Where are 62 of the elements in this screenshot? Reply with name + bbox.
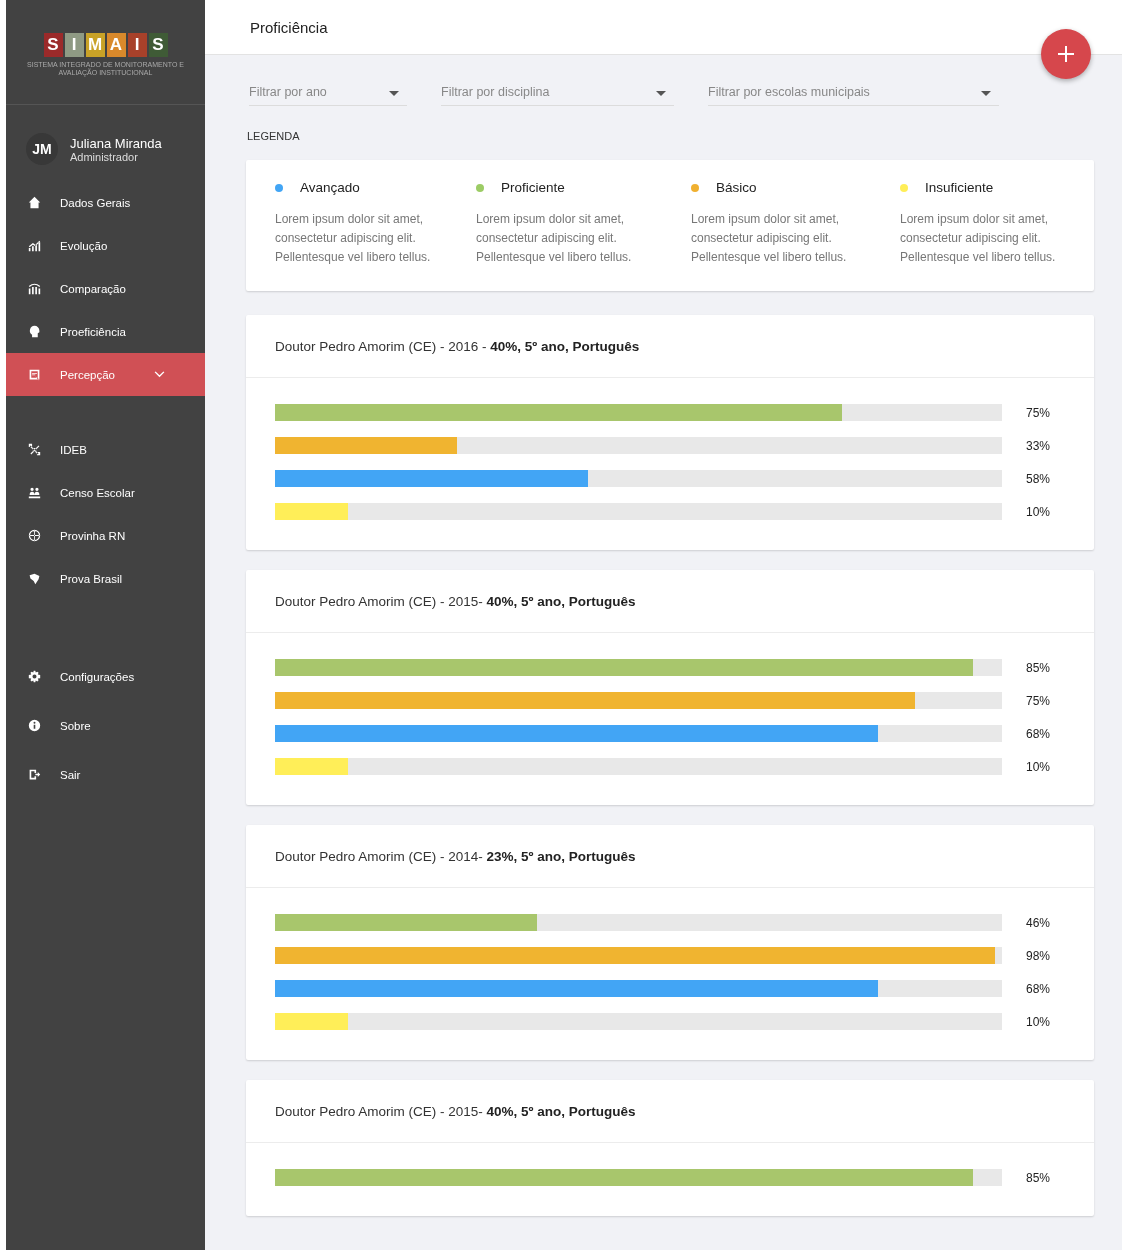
card-title: Doutor Pedro Amorim (CE) - 2015- 40%, 5º ano, Português (275, 1103, 636, 1119)
percentage: 75% (1026, 405, 1051, 420)
percentage: 98% (1026, 948, 1051, 963)
map-icon (28, 572, 41, 585)
head-icon (28, 325, 41, 338)
nav-item[interactable]: Censo Escolar (6, 471, 205, 514)
report-icon (28, 368, 41, 381)
globe-icon (28, 529, 41, 542)
nav-item[interactable]: Proeficiência (6, 310, 205, 353)
legend-description: Lorem ipsum dolor sit amet, consectetur adipiscing elit. Pellentesque vel libero tellus. (900, 211, 1057, 266)
percentage: 68% (1026, 981, 1051, 996)
percentage: 33% (1026, 438, 1051, 453)
nav-item[interactable]: Prova Brasil (6, 557, 205, 600)
user-name: Juliana Miranda (70, 135, 162, 151)
dropdown-field[interactable]: Filtrar por disciplina (441, 79, 674, 106)
exit-icon (28, 768, 41, 781)
legend-label: Básico (716, 180, 757, 195)
user-role: Administrador (70, 150, 139, 163)
percentage: 68% (1026, 726, 1051, 741)
percentage: 85% (1026, 660, 1051, 675)
nav-item[interactable]: Sobre (6, 701, 205, 750)
caret-icon (389, 91, 399, 96)
legend-description: Lorem ipsum dolor sit amet, consectetur adipiscing elit. Pellentesque vel libero tellus. (275, 211, 432, 266)
gear-icon (28, 670, 41, 683)
dropdown-field[interactable]: Filtrar por ano (249, 79, 407, 106)
bar-chart-icon (28, 282, 41, 295)
legend-description: Lorem ipsum dolor sit amet, consectetur adipiscing elit. Pellentesque vel libero tellus. (691, 211, 848, 266)
percentage: 46% (1026, 915, 1051, 930)
network-icon (28, 443, 41, 456)
legend-label: Insuficiente (925, 180, 994, 195)
add-button[interactable] (1041, 29, 1091, 79)
percentage: 85% (1026, 1170, 1051, 1185)
nav-item[interactable]: Percepção (6, 353, 205, 396)
percentage: 10% (1026, 504, 1051, 519)
nav-item[interactable]: Configurações (6, 652, 205, 701)
page-title: Proficiência (250, 18, 328, 36)
percentage: 75% (1026, 693, 1051, 708)
percentage: 58% (1026, 471, 1051, 486)
nav-item[interactable]: Evolução (6, 224, 205, 267)
avatar: JM (26, 133, 58, 165)
legend-label: Proficiente (501, 180, 565, 195)
legend-description: Lorem ipsum dolor sit amet, consectetur adipiscing elit. Pellentesque vel libero tellus. (476, 211, 633, 266)
percentage: 10% (1026, 1014, 1051, 1029)
info-icon (28, 719, 41, 732)
nav-item[interactable]: Comparação (6, 267, 205, 310)
card-title: Doutor Pedro Amorim (CE) - 2016 - 40%, 5º ano, Português (275, 338, 640, 354)
dropdown-field[interactable]: Filtrar por escolas municipais (708, 79, 999, 106)
card-title: Doutor Pedro Amorim (CE) - 2014- 23%, 5º ano, Português (275, 848, 636, 864)
nav-item[interactable]: Dados Gerais (6, 181, 205, 224)
nav-item[interactable]: Provinha RN (6, 514, 205, 557)
legend-label: Avançado (300, 180, 360, 195)
plus-icon (1056, 44, 1076, 64)
caret-icon (981, 91, 991, 96)
nav-item[interactable]: Sair (6, 750, 205, 799)
nav-item[interactable]: IDEB (6, 428, 205, 471)
card-title: Doutor Pedro Amorim (CE) - 2015- 40%, 5º ano, Português (275, 593, 636, 609)
home-icon (28, 196, 41, 209)
legend-title: LEGENDA (247, 130, 301, 142)
percentage: 10% (1026, 759, 1051, 774)
caret-icon (656, 91, 666, 96)
people-icon (28, 486, 41, 499)
chart-icon (28, 239, 41, 252)
